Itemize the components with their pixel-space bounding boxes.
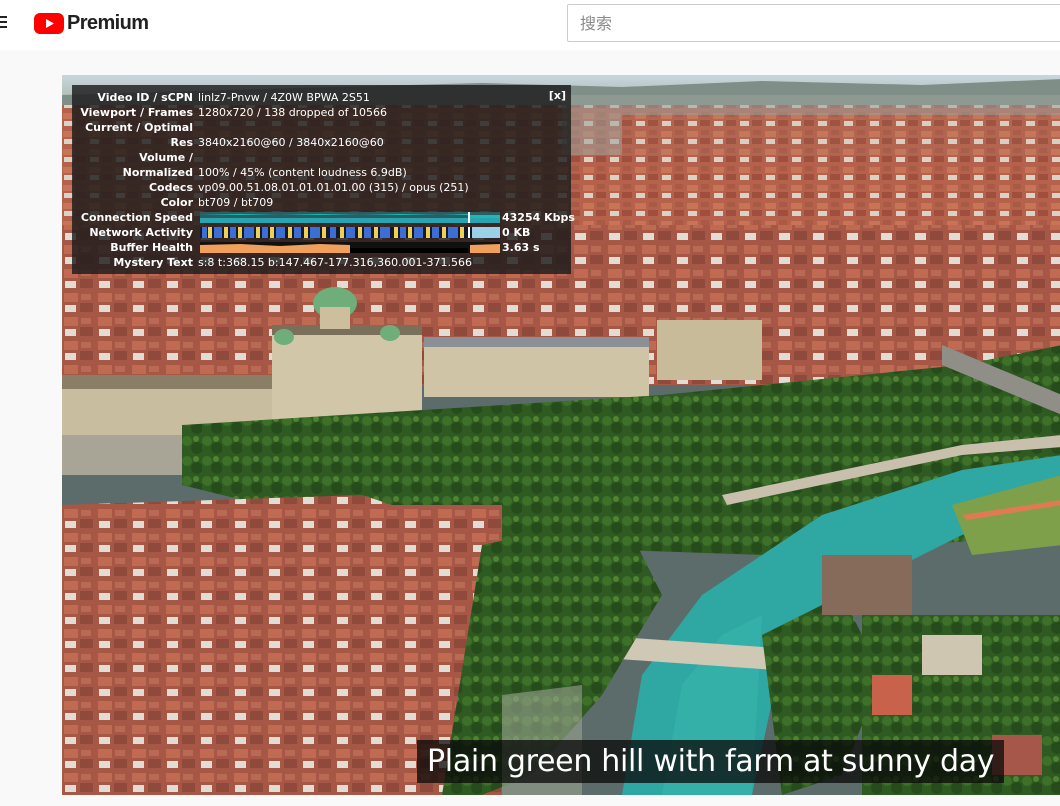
stat-row-res: Res 3840x2160@60 / 3840x2160@60 [72,135,571,150]
buffer-health-graph [200,242,500,253]
stat-label: Network Activity [89,226,193,239]
stat-row-current-optimal: Current / Optimal [72,120,571,135]
stat-row-viewport: Viewport / Frames 1280x720 / 138 dropped… [72,105,571,120]
stat-row-normalized: Normalized 100% / 45% (content loudness … [72,165,571,180]
youtube-play-logo-icon [34,12,64,34]
stats-for-nerds-panel: [x] Video ID / sCPN linlz7-Pnvw / 4Z0W B… [72,85,575,274]
stat-value: 0 KB [502,226,531,239]
connection-speed-graph [200,212,500,223]
stat-value: linlz7-Pnvw / 4Z0W BPWA 2S51 [198,91,370,104]
stat-value: s:8 t:368.15 b:147.467-177.316,360.001-3… [198,256,473,269]
hamburger-menu-icon[interactable] [0,14,8,30]
stat-label: Connection Speed [80,211,193,224]
stat-label: Codecs [148,181,193,194]
stat-row-color: Color bt709 / bt709 [72,195,571,210]
stat-value: bt709 / bt709 [198,196,274,209]
stat-value: 3.63 s [502,241,540,254]
stat-row-codecs: Codecs vp09.00.51.08.01.01.01.01.00 (315… [72,180,571,195]
stat-value: 100% / 45% (content loudness 6.9dB) [198,166,407,179]
stat-row-network-activity: Network Activity 0 KB [72,225,571,240]
search-input[interactable] [567,4,1060,42]
video-caption: Plain green hill with farm at sunny day [417,740,1005,783]
stat-label: Normalized [122,166,193,179]
masthead: Premium [0,0,1060,50]
video-player[interactable]: [x] Video ID / sCPN linlz7-Pnvw / 4Z0W B… [62,75,1060,795]
stat-value: 1280x720 / 138 dropped of 10566 [198,106,387,119]
youtube-premium-logo[interactable]: Premium [34,11,149,34]
stat-label: Mystery Text [113,256,193,269]
stat-label: Res [170,136,193,149]
network-activity-graph [200,227,500,238]
stat-value: 43254 Kbps [502,211,575,224]
stat-row-connection-speed: Connection Speed 43254 Kbps [72,210,575,225]
stat-value: 3840x2160@60 / 3840x2160@60 [198,136,384,149]
stat-label: Current / Optimal [85,121,193,134]
stat-row-mystery-text: Mystery Text s:8 t:368.15 b:147.467-177.… [72,255,571,270]
stat-label: Viewport / Frames [80,106,193,119]
stat-row-video-id: Video ID / sCPN linlz7-Pnvw / 4Z0W BPWA … [72,90,571,105]
logo-text: Premium [67,11,149,34]
stat-value: vp09.00.51.08.01.01.01.01.00 (315) / opu… [198,181,469,194]
stat-row-buffer-health: Buffer Health 3.63 s [72,240,571,255]
stat-label: Buffer Health [110,241,193,254]
stat-row-volume: Volume / [72,150,571,165]
stat-label: Video ID / sCPN [97,91,193,104]
stat-label: Color [160,196,193,209]
stat-label: Volume / [139,151,193,164]
